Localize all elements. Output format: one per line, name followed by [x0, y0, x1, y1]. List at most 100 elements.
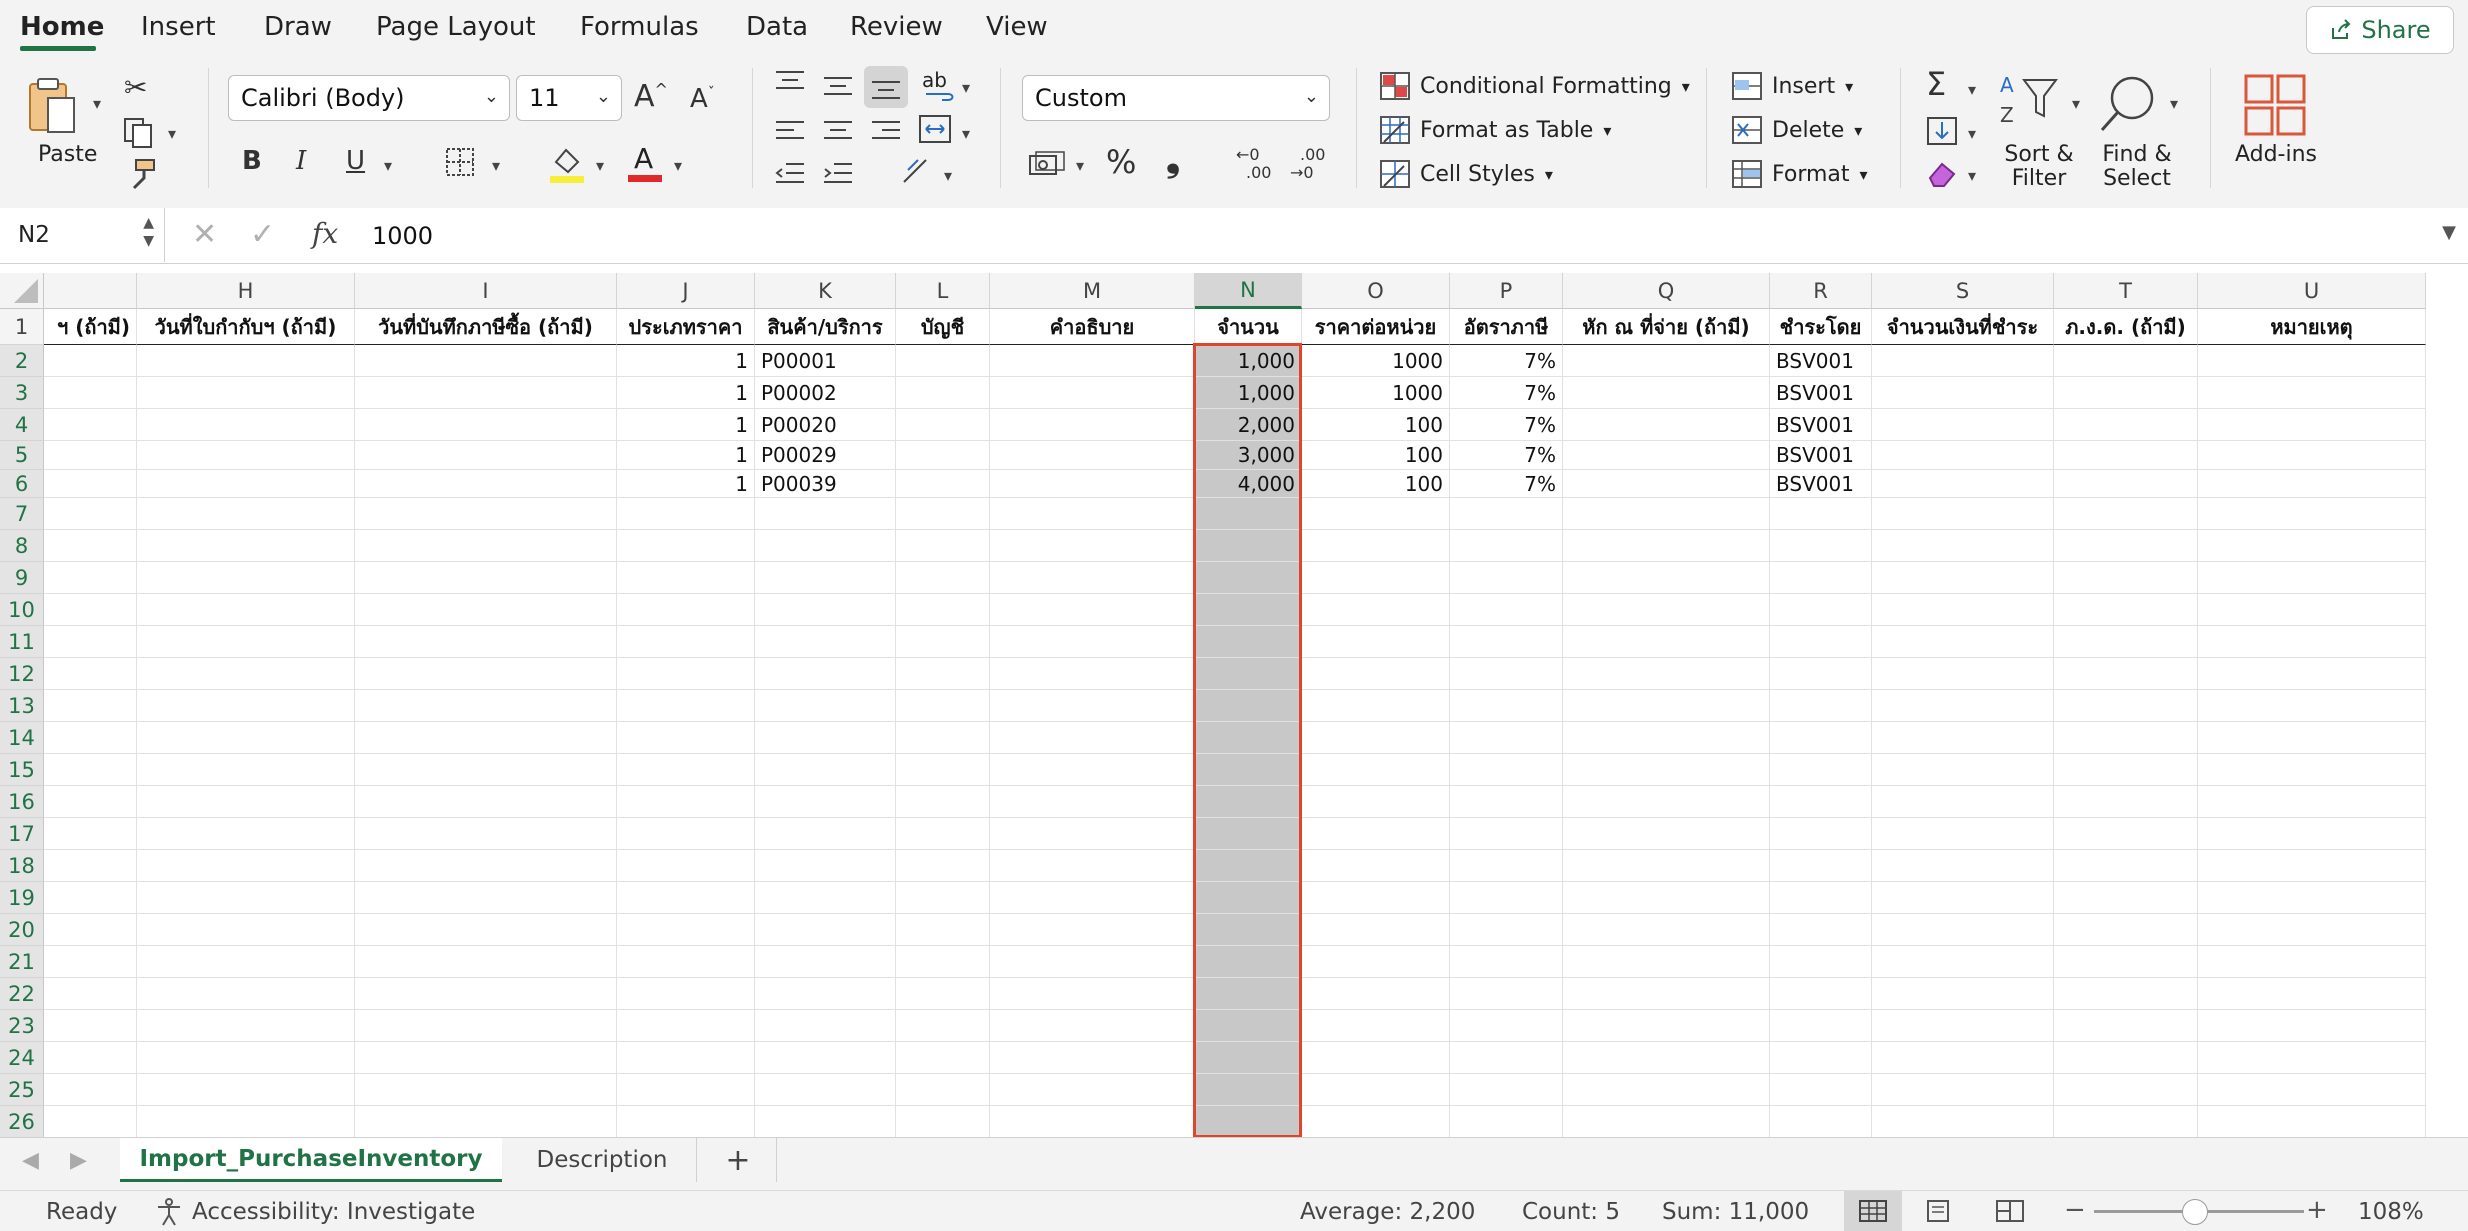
grid-cell[interactable] [2198, 882, 2426, 914]
row-header[interactable]: 22 [0, 978, 44, 1010]
grid-cell[interactable] [990, 345, 1195, 377]
grid-cell[interactable] [1563, 377, 1770, 409]
grid-cell[interactable] [1302, 1042, 1450, 1074]
grid-cell[interactable]: P00039 [755, 470, 896, 498]
grid-cell[interactable]: 100 [1302, 441, 1450, 470]
row-header[interactable]: 19 [0, 882, 44, 914]
grid-cell[interactable] [896, 690, 990, 722]
clear-eraser-icon[interactable] [1926, 160, 1958, 188]
grid-cell[interactable] [355, 1106, 617, 1137]
grid-cell[interactable] [1450, 818, 1563, 850]
grid-cell[interactable] [1872, 409, 2054, 441]
grid-cell[interactable] [1450, 1106, 1563, 1137]
header-cell[interactable]: จำนวนเงินที่ชำระ [1872, 309, 2054, 345]
grid-cell[interactable]: 1 [617, 345, 755, 377]
column-header-u[interactable]: U [2198, 273, 2426, 309]
grid-cell[interactable] [44, 377, 137, 409]
grid-cell[interactable] [1563, 1074, 1770, 1106]
grid-cell[interactable] [355, 1010, 617, 1042]
grid-cell[interactable] [1563, 946, 1770, 978]
grid-cell[interactable] [990, 722, 1195, 754]
font-size-dropdown[interactable]: 11 ⌄ [516, 75, 622, 121]
grid-cell[interactable] [617, 818, 755, 850]
column-header-n[interactable]: N [1195, 273, 1302, 309]
percent-style-button[interactable]: % [1106, 146, 1136, 178]
grid-cell[interactable] [44, 818, 137, 850]
grid-cell[interactable] [355, 722, 617, 754]
grid-cell[interactable]: BSV001 [1770, 377, 1872, 409]
grid-cell[interactable] [2054, 377, 2198, 409]
grid-cell[interactable] [755, 914, 896, 946]
row-header[interactable]: 17 [0, 818, 44, 850]
grid-cell[interactable] [2054, 1074, 2198, 1106]
grid-cell[interactable] [1563, 594, 1770, 626]
grid-cell[interactable] [617, 786, 755, 818]
grid-cell[interactable] [2198, 594, 2426, 626]
row-header[interactable]: 21 [0, 946, 44, 978]
grid-cell[interactable] [990, 626, 1195, 658]
grid-cell[interactable] [896, 1042, 990, 1074]
grid-cell[interactable] [617, 978, 755, 1010]
grid-cell[interactable] [137, 377, 355, 409]
decrease-decimal-button[interactable]: .00 →0 [1290, 146, 1334, 186]
header-cell[interactable]: ประเภทราคา [617, 309, 755, 345]
grid-cell[interactable] [1450, 850, 1563, 882]
grid-cell[interactable] [1450, 498, 1563, 530]
grid-cell[interactable] [44, 754, 137, 786]
borders-icon[interactable] [444, 146, 476, 178]
row-header[interactable]: 9 [0, 562, 44, 594]
grid-cell[interactable] [1302, 882, 1450, 914]
grid-cell[interactable] [617, 722, 755, 754]
grid-cell[interactable] [1450, 658, 1563, 690]
grid-cell[interactable] [755, 818, 896, 850]
grid-cell[interactable] [2198, 470, 2426, 498]
grid-cell[interactable] [1302, 978, 1450, 1010]
grid-cell[interactable] [355, 818, 617, 850]
grid-cell[interactable] [137, 946, 355, 978]
grid-cell[interactable] [1450, 626, 1563, 658]
grid-cell[interactable] [2054, 594, 2198, 626]
grid-cell[interactable] [2198, 754, 2426, 786]
grid-cell[interactable] [355, 377, 617, 409]
grid-cell[interactable] [896, 530, 990, 562]
row-header[interactable]: 13 [0, 690, 44, 722]
column-header-s[interactable]: S [1872, 273, 2054, 309]
grid-cell[interactable] [990, 786, 1195, 818]
cell-styles-button[interactable]: Cell Styles ▾ [1380, 160, 1553, 188]
grid-cell[interactable] [1450, 786, 1563, 818]
column-header-l[interactable]: L [896, 273, 990, 309]
copy-icon[interactable] [122, 116, 156, 150]
grid-cell[interactable] [1872, 498, 2054, 530]
grid-cell[interactable] [1302, 498, 1450, 530]
grid-cell[interactable] [1302, 690, 1450, 722]
grid-cell[interactable] [44, 658, 137, 690]
grid-cell[interactable] [990, 498, 1195, 530]
grid-cell[interactable] [44, 562, 137, 594]
fill-icon[interactable] [1926, 116, 1958, 146]
format-painter-icon[interactable] [124, 158, 158, 192]
grid-cell[interactable] [1302, 818, 1450, 850]
grid-cell[interactable] [137, 978, 355, 1010]
grid-cell[interactable]: 1 [617, 377, 755, 409]
grid-cell[interactable] [137, 754, 355, 786]
grid-cell[interactable] [990, 882, 1195, 914]
grid-cell[interactable] [1450, 914, 1563, 946]
align-top-icon[interactable] [774, 70, 806, 94]
sort-filter-icon[interactable]: AZ [1998, 70, 2060, 134]
grid-cell[interactable]: 7% [1450, 345, 1563, 377]
grid-cell[interactable] [1563, 818, 1770, 850]
delete-cells-button[interactable]: Delete ▾ [1732, 116, 1862, 144]
grid-cell[interactable]: 1 [617, 441, 755, 470]
grid-cell[interactable] [1770, 562, 1872, 594]
grid-cell[interactable] [1563, 498, 1770, 530]
merge-center-icon[interactable] [918, 114, 952, 144]
grid-cell[interactable] [896, 470, 990, 498]
column-header-o[interactable]: O [1302, 273, 1450, 309]
increase-indent-icon[interactable] [822, 160, 854, 186]
header-cell[interactable]: หมายเหตุ [2198, 309, 2426, 345]
grid-cell[interactable] [137, 530, 355, 562]
grid-cell[interactable] [1450, 594, 1563, 626]
cut-icon[interactable]: ✂ [124, 74, 147, 102]
grid-cell[interactable] [44, 1042, 137, 1074]
column-header-i[interactable]: I [355, 273, 617, 309]
